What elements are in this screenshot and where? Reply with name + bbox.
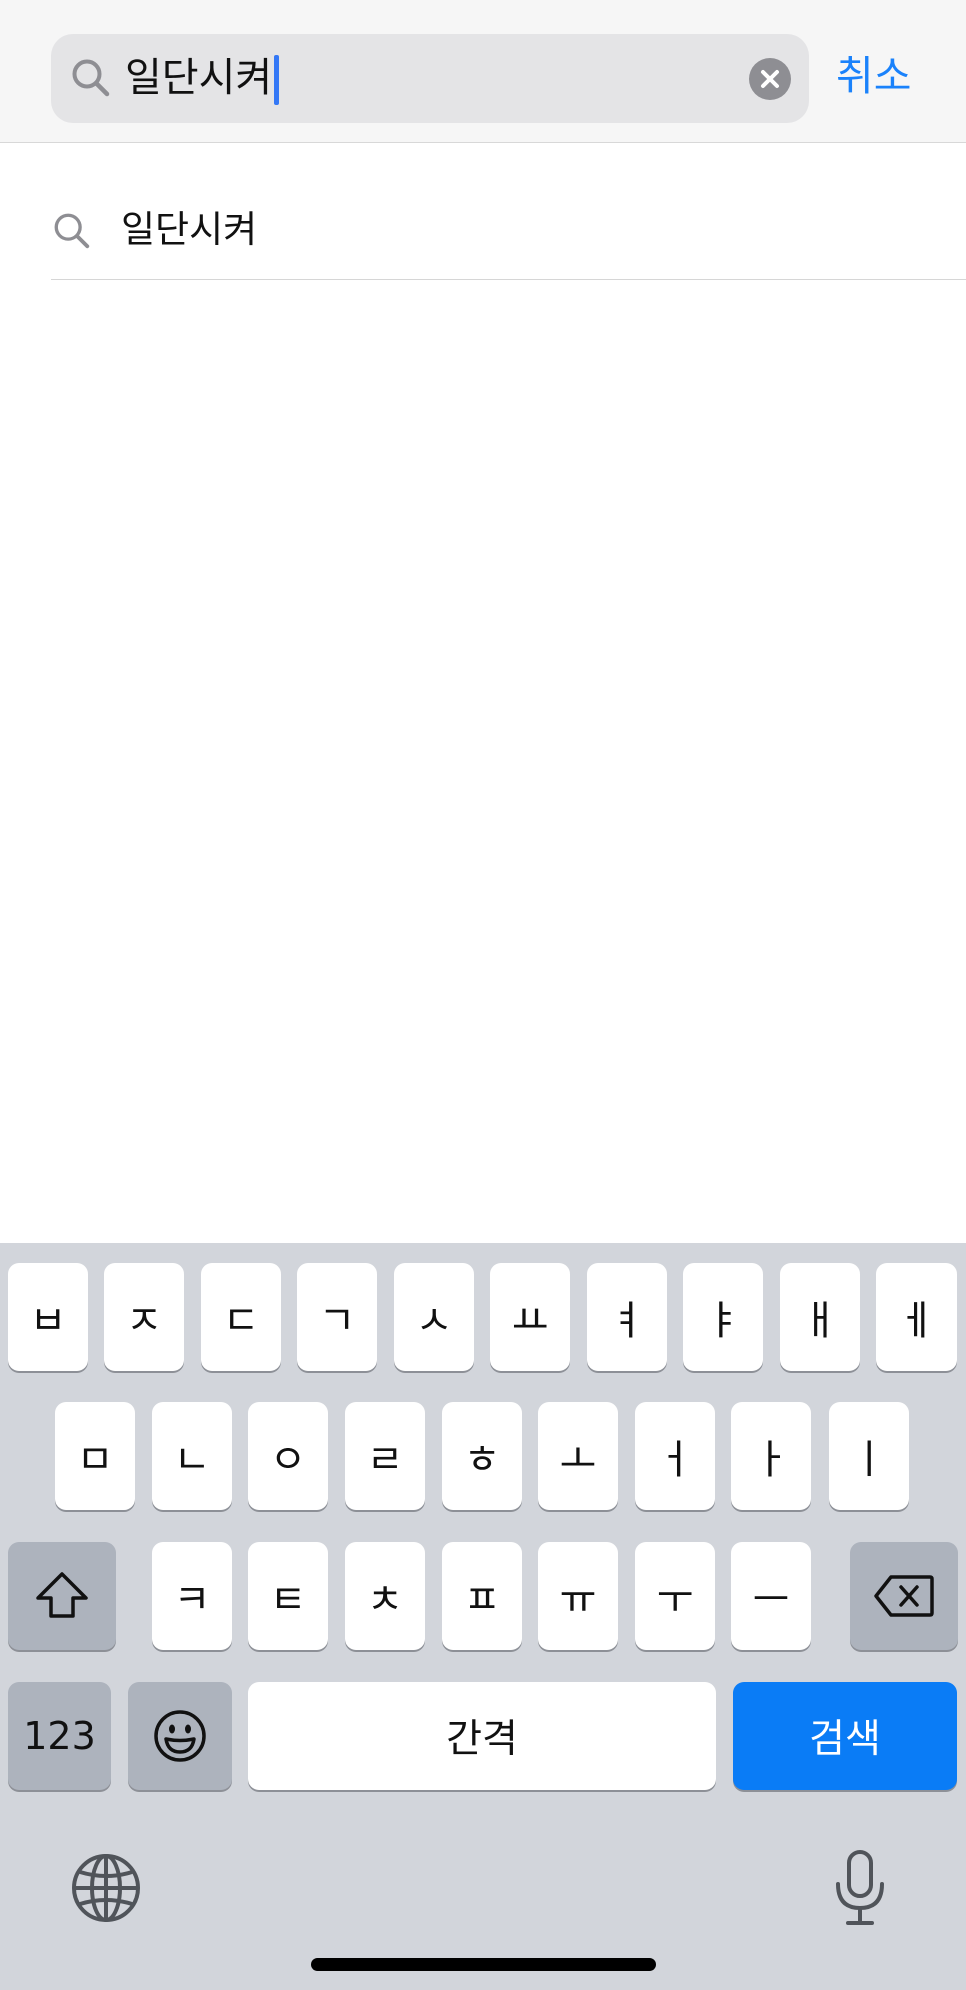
search-icon xyxy=(72,59,110,97)
home-indicator xyxy=(311,1958,656,1971)
key[interactable]: ㄱ xyxy=(297,1263,377,1371)
key[interactable]: ㅅ xyxy=(394,1263,474,1371)
key[interactable]: ㅣ xyxy=(829,1402,909,1510)
text-cursor xyxy=(274,55,280,105)
keyboard: ㅂ ㅈ ㄷ ㄱ ㅅ ㅛ ㅕ ㅑ ㅐ ㅔ ㅁ ㄴ ㅇ ㄹ ㅎ ㅗ ㅓ ㅏ ㅣ ㅋ … xyxy=(0,1243,966,1990)
microphone-icon[interactable] xyxy=(830,1848,890,1928)
key[interactable]: ㅏ xyxy=(731,1402,811,1510)
cancel-button[interactable]: 취소 xyxy=(836,46,911,106)
key[interactable]: ㅋ xyxy=(152,1542,232,1650)
backspace-key[interactable] xyxy=(850,1542,958,1650)
search-field[interactable]: 일단시켜 xyxy=(51,34,809,123)
suggestion-text: 일단시켜 xyxy=(121,208,258,251)
key[interactable]: ㅛ xyxy=(490,1263,570,1371)
emoji-icon xyxy=(154,1710,206,1762)
numbers-key[interactable]: 123 xyxy=(8,1682,111,1790)
key[interactable]: ㅊ xyxy=(345,1542,425,1650)
key[interactable]: ㅇ xyxy=(248,1402,328,1510)
globe-icon[interactable] xyxy=(70,1852,142,1924)
key[interactable]: ㅡ xyxy=(731,1542,811,1650)
key[interactable]: ㅍ xyxy=(442,1542,522,1650)
space-key[interactable]: 간격 xyxy=(248,1682,716,1790)
key[interactable]: ㅔ xyxy=(876,1263,957,1371)
backspace-icon xyxy=(874,1575,934,1617)
key[interactable]: ㅎ xyxy=(442,1402,522,1510)
close-icon xyxy=(761,70,779,88)
key[interactable]: ㅠ xyxy=(538,1542,618,1650)
clear-text-button[interactable] xyxy=(749,58,791,100)
key[interactable]: ㅐ xyxy=(780,1263,860,1371)
key[interactable]: ㄴ xyxy=(152,1402,232,1510)
search-input-value[interactable]: 일단시켜 xyxy=(125,50,280,106)
key[interactable]: ㄹ xyxy=(345,1402,425,1510)
key[interactable]: ㅁ xyxy=(55,1402,135,1510)
key[interactable]: ㅈ xyxy=(104,1263,184,1371)
key[interactable]: ㅑ xyxy=(683,1263,763,1371)
search-key[interactable]: 검색 xyxy=(733,1682,957,1790)
shift-icon xyxy=(36,1572,88,1618)
key[interactable]: ㅌ xyxy=(248,1542,328,1650)
search-icon xyxy=(54,213,90,249)
shift-key[interactable] xyxy=(8,1542,116,1650)
key[interactable]: ㅗ xyxy=(538,1402,618,1510)
key[interactable]: ㅓ xyxy=(635,1402,715,1510)
key[interactable]: ㄷ xyxy=(201,1263,281,1371)
key[interactable]: ㅕ xyxy=(587,1263,667,1371)
search-suggestion-item[interactable]: 일단시켜 xyxy=(51,200,966,280)
key[interactable]: ㅜ xyxy=(635,1542,715,1650)
search-header: 일단시켜 취소 xyxy=(0,0,966,143)
key[interactable]: ㅂ xyxy=(8,1263,88,1371)
emoji-key[interactable] xyxy=(128,1682,232,1790)
